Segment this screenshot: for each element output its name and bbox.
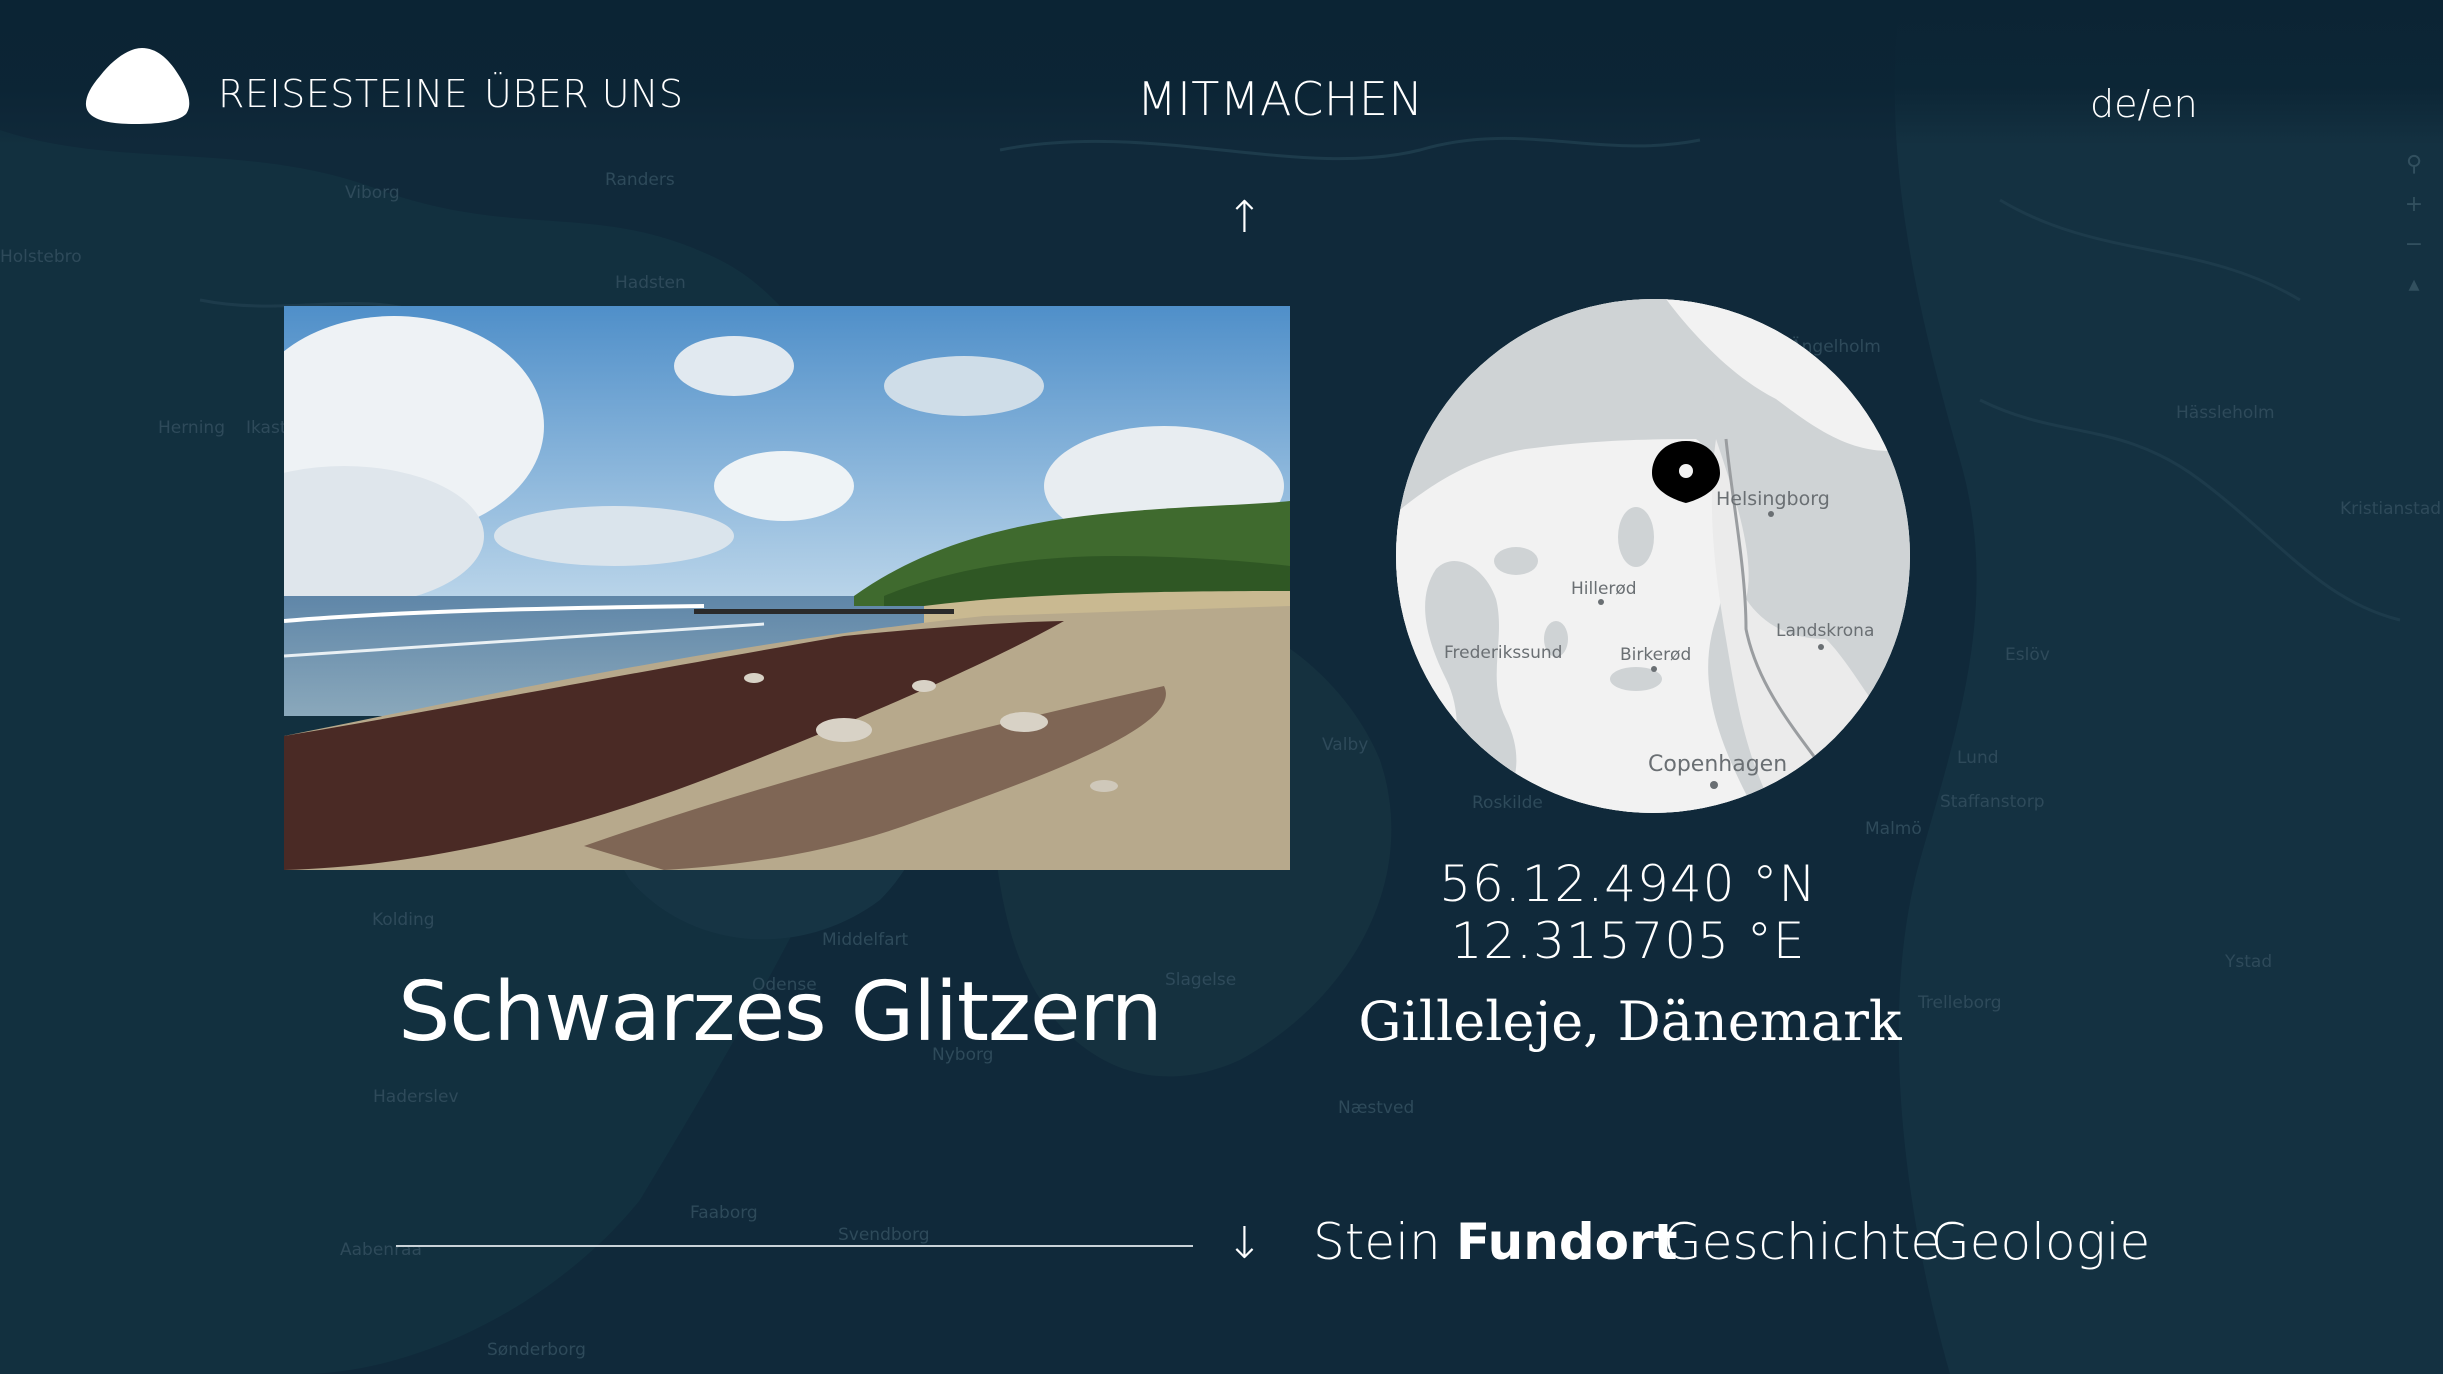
longitude-value: 12.315705 °E — [1450, 912, 1806, 970]
bg-label-ikast: Ikast — [246, 418, 287, 438]
arrow-down-icon[interactable]: ↓ — [1226, 1218, 1263, 1269]
map-label-landskrona: Landskrona — [1776, 621, 1874, 641]
bg-label-viborg: Viborg — [345, 183, 400, 203]
bg-label-herning: Herning — [158, 418, 225, 438]
map-compass-icon[interactable]: ▴ — [2394, 265, 2434, 305]
tab-fundort[interactable]: Fundort — [1456, 1213, 1678, 1271]
language-switch[interactable]: de/en — [2090, 82, 2198, 126]
bg-label-kristianstad: Kristianstad — [2340, 499, 2441, 519]
bg-label-kolding: Kolding — [372, 910, 435, 930]
bg-label-aabenraa: Aabenraa — [340, 1240, 422, 1260]
map-zoom-in-icon[interactable]: + — [2394, 185, 2434, 225]
map-zoom-out-icon[interactable]: − — [2394, 225, 2434, 265]
bg-label-haderslev: Haderslev — [373, 1087, 459, 1107]
nav-ueber-uns-link[interactable]: ÜBER UNS — [484, 72, 684, 116]
map-label-frederikssund: Frederikssund — [1444, 643, 1562, 663]
map-label-helsingborg: Helsingborg — [1716, 488, 1830, 510]
map-zoom-controls[interactable]: ⚲ + − ▴ — [2394, 145, 2434, 325]
arrow-up-icon[interactable]: ↑ — [1226, 192, 1263, 243]
bg-label-middelfart: Middelfart — [822, 930, 909, 950]
map-search-icon[interactable]: ⚲ — [2394, 145, 2434, 185]
section-progress-line — [396, 1245, 1193, 1247]
bg-label-holstebro: Holstebro — [0, 247, 82, 267]
bg-label-staffanstorp: Staffanstorp — [1940, 792, 2044, 812]
bg-label-lund: Lund — [1957, 748, 1999, 768]
stone-title: Schwarzes Glitzern — [398, 965, 1162, 1060]
nav-reisesteine-link[interactable]: REISESTEINE — [218, 72, 468, 116]
map-label-hilleroed: Hillerød — [1571, 579, 1637, 599]
bg-label-ystad: Ystad — [2224, 952, 2272, 972]
location-map[interactable]: Helsingborg Hillerød Frederikssund Birke… — [1396, 299, 1910, 813]
bg-label-hassleholm: Hässleholm — [2176, 403, 2275, 423]
bg-label-hadsten: Hadsten — [615, 273, 686, 293]
tab-stein[interactable]: Stein — [1313, 1213, 1441, 1271]
latitude-value: 56.12.4940 °N — [1439, 855, 1817, 913]
bg-label-malmoe: Malmö — [1865, 819, 1922, 839]
bg-label-faaborg: Faaborg — [690, 1203, 758, 1223]
bg-label-roskilde: Roskilde — [1472, 793, 1543, 813]
stone-logo-icon[interactable] — [82, 44, 192, 126]
bg-label-valby: Valby — [1322, 735, 1368, 755]
bg-label-eslov: Eslöv — [2005, 645, 2050, 665]
location-photo — [284, 306, 1290, 870]
tab-geologie[interactable]: Geologie — [1931, 1213, 2150, 1271]
bg-label-randers: Randers — [605, 170, 675, 190]
map-label-copenhagen: Copenhagen — [1648, 752, 1787, 777]
place-name: Gilleleje, Dänemark — [1358, 990, 1902, 1053]
bg-label-svendborg: Svendborg — [838, 1225, 930, 1245]
map-label-birkeroed: Birkerød — [1620, 645, 1691, 665]
bg-label-naestved: Næstved — [1338, 1098, 1414, 1118]
tab-geschichte[interactable]: Geschichte — [1663, 1213, 1941, 1271]
nav-mitmachen-link[interactable]: MITMACHEN — [1137, 72, 1423, 126]
bg-label-sonderborg: Sønderborg — [487, 1340, 586, 1360]
